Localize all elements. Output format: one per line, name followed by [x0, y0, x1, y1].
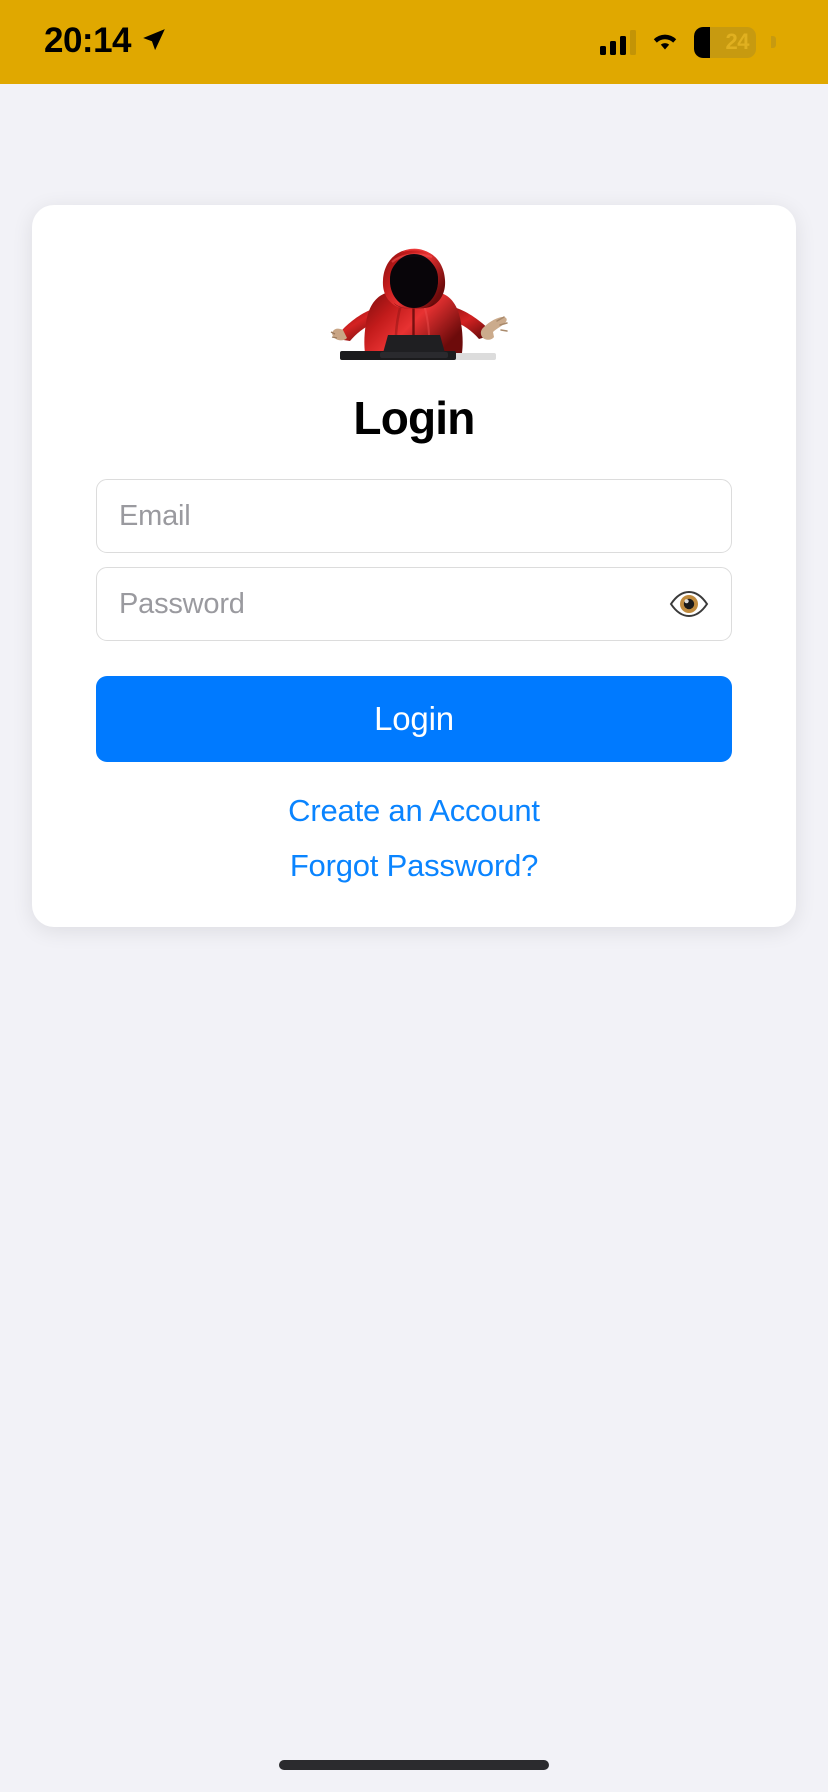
- status-bar-left: 20:14: [44, 23, 167, 61]
- create-account-link[interactable]: Create an Account: [288, 795, 540, 826]
- location-arrow-icon: [141, 27, 167, 58]
- page-title: Login: [353, 392, 475, 444]
- battery-cap-icon: [771, 36, 776, 48]
- password-field[interactable]: Password: [96, 567, 732, 641]
- login-button[interactable]: Login: [96, 676, 732, 762]
- email-field[interactable]: Email: [96, 479, 732, 553]
- battery-icon: 24: [694, 26, 756, 58]
- status-bar: 20:14 24: [0, 0, 828, 84]
- eye-icon[interactable]: [667, 587, 711, 621]
- status-bar-time: 20:14: [44, 21, 132, 60]
- hooded-figure-logo: [304, 235, 524, 365]
- cellular-signal-icon: [600, 29, 636, 55]
- login-card: Login Email Password Login Create an Acc…: [32, 205, 796, 927]
- battery-fill: [694, 26, 711, 58]
- home-indicator[interactable]: [279, 1760, 549, 1770]
- password-placeholder: Password: [119, 587, 245, 620]
- battery-percent: 24: [725, 29, 750, 54]
- status-bar-right: 24: [600, 26, 776, 58]
- wifi-icon: [649, 28, 681, 57]
- forgot-password-link[interactable]: Forgot Password?: [290, 850, 539, 881]
- email-placeholder: Email: [119, 499, 191, 532]
